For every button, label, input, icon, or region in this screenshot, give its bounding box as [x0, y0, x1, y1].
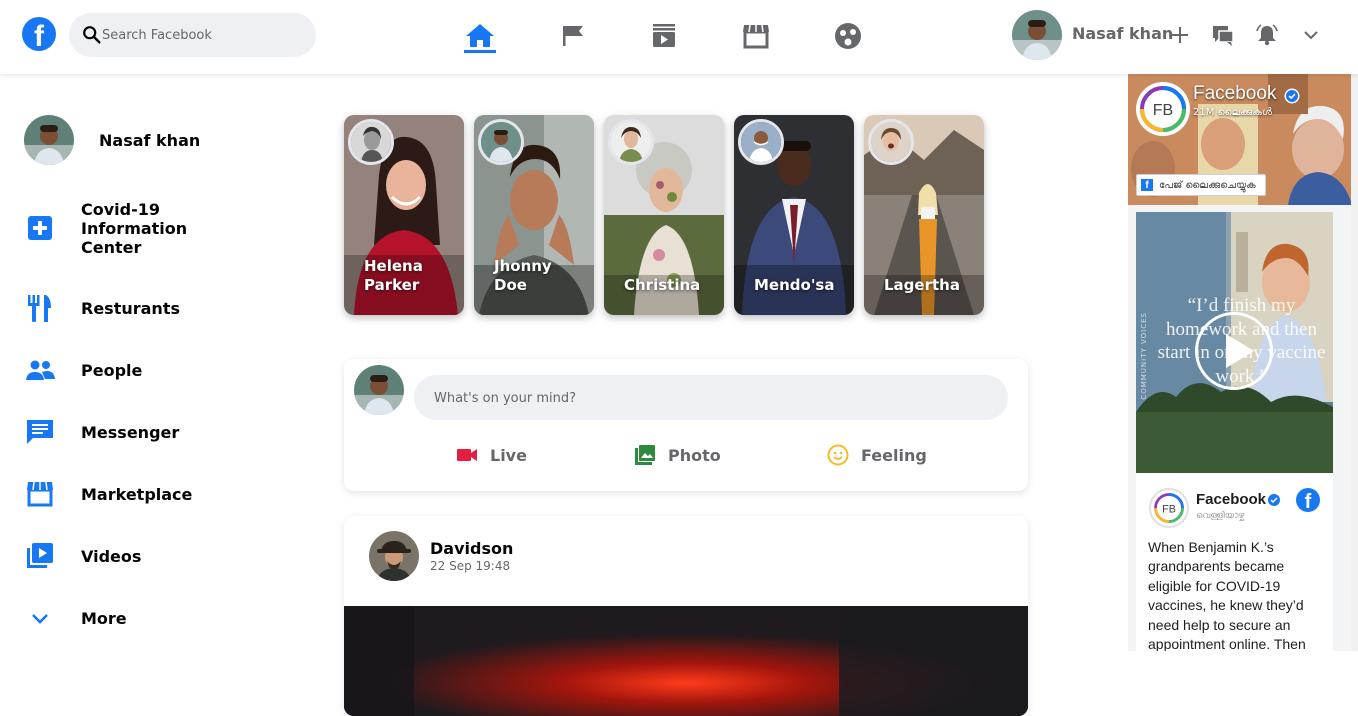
story-avatar: [608, 119, 654, 165]
story-card[interactable]: Jhonny Doe: [474, 115, 594, 315]
store-icon: [24, 478, 56, 510]
like-page-button[interactable]: f പേജ് ലൈക്കുചെയ്യുക: [1136, 174, 1266, 196]
live-label: Live: [490, 445, 527, 465]
sidebar-item-more[interactable]: More: [24, 602, 127, 634]
avatar: [354, 365, 404, 415]
story-avatar: [868, 119, 914, 165]
photo-button[interactable]: Photo: [634, 444, 721, 466]
fb-page-logo[interactable]: FB: [1149, 488, 1189, 528]
fb-page-logo: FB: [1136, 82, 1190, 136]
card-post-text: When Benjamin K.’s grandparents became e…: [1148, 539, 1306, 651]
sidebar-item-label: Covid-19 Information Center: [81, 199, 188, 257]
story-avatar: [348, 119, 394, 165]
sidebar-profile-name: Nasaf khan: [99, 130, 201, 150]
chat-icon: [24, 416, 56, 448]
smiley-icon: [827, 444, 849, 466]
search-icon: [83, 26, 101, 44]
fb-logo-text: FB: [1153, 102, 1173, 119]
people-icon: [24, 354, 56, 386]
post-composer: Live Photo Feeling: [344, 359, 1028, 491]
restaurant-icon: [24, 292, 56, 324]
sidebar-profile[interactable]: Nasaf khan: [24, 115, 200, 165]
sidebar-item-resturants[interactable]: Resturants: [24, 292, 180, 324]
plus-square-icon: [24, 212, 56, 244]
left-sidebar: Nasaf khan Covid-19 Information Center R…: [0, 74, 300, 651]
active-tab-indicator: [464, 50, 496, 53]
live-video-icon: [457, 449, 477, 461]
marketplace-icon[interactable]: [736, 16, 776, 56]
story-name: Lagertha: [884, 276, 960, 294]
story-card[interactable]: Helena Parker: [344, 115, 464, 315]
post-author-avatar[interactable]: [369, 531, 419, 581]
story-name: Christina: [624, 276, 701, 294]
fb-logo-text: FB: [1162, 504, 1176, 516]
right-panel: FB Facebook 21M ലൈക്കുകൾ f പേജ് ലൈക്കുചെയ…: [1128, 74, 1358, 651]
user-name[interactable]: Nasaf khan: [1072, 24, 1173, 43]
sidebar-item-label: More: [81, 608, 127, 628]
story-name: Helena Parker: [364, 257, 423, 294]
like-page-label: പേജ് ലൈക്കുചെയ്യുക: [1159, 179, 1256, 191]
messenger-icon[interactable]: [1210, 22, 1236, 48]
sidebar-item-label: Resturants: [81, 298, 180, 318]
sidebar-item-videos[interactable]: Videos: [24, 540, 141, 572]
scrollbar[interactable]: [1351, 74, 1358, 651]
search-input[interactable]: [102, 24, 302, 46]
notifications-icon[interactable]: [1254, 22, 1280, 48]
video-side-label: COMMUNITY VOICES: [1140, 312, 1148, 400]
sidebar-item-label: Messenger: [81, 422, 180, 442]
composer-input-box[interactable]: [414, 375, 1008, 420]
feeling-label: Feeling: [861, 445, 927, 465]
facebook-icon[interactable]: f: [1296, 488, 1320, 512]
facebook-square-icon: f: [1141, 179, 1153, 191]
plus-icon[interactable]: [1167, 22, 1193, 48]
photo-icon: [635, 445, 655, 465]
verified-badge-icon: [1284, 88, 1300, 104]
story-avatar: [738, 119, 784, 165]
user-avatar[interactable]: [1012, 10, 1062, 60]
sidebar-item-marketplace[interactable]: Marketplace: [24, 478, 192, 510]
chevron-down-icon: [24, 602, 56, 634]
feed-post: Davidson 22 Sep 19:48: [344, 516, 1028, 716]
avatar: [24, 115, 74, 165]
groups-icon[interactable]: [828, 16, 868, 56]
card-page-name[interactable]: Facebook: [1196, 491, 1266, 508]
story-avatar: [478, 119, 524, 165]
facebook-logo[interactable]: f: [22, 17, 56, 51]
post-author-name[interactable]: Davidson: [430, 539, 513, 558]
search-box[interactable]: [69, 13, 316, 57]
sidebar-item-label: Marketplace: [81, 484, 193, 504]
video-player[interactable]: COMMUNITY VOICES “I’d finish my homework…: [1136, 212, 1333, 473]
top-navigation-bar: f Nasaf khan: [0, 0, 1358, 74]
story-name: Mendo'sa: [754, 276, 835, 294]
facebook-page-banner[interactable]: FB Facebook 21M ലൈക്കുകൾ f പേജ് ലൈക്കുചെയ…: [1128, 74, 1352, 205]
play-icon[interactable]: [1195, 312, 1273, 390]
card-post-time[interactable]: വെള്ളിയാഴ്ച: [1196, 511, 1244, 521]
story-card[interactable]: Christina: [604, 115, 724, 315]
post-image[interactable]: [344, 606, 1028, 716]
flag-icon[interactable]: [553, 16, 593, 56]
story-card[interactable]: Lagertha: [864, 115, 984, 315]
page-likes: 21M ലൈക്കുകൾ: [1193, 107, 1272, 118]
feeling-button[interactable]: Feeling: [827, 444, 927, 466]
sidebar-item-covid[interactable]: Covid-19 Information Center: [24, 200, 187, 257]
page-name[interactable]: Facebook: [1193, 83, 1276, 105]
watch-icon[interactable]: [644, 16, 684, 56]
video-post-card: COMMUNITY VOICES “I’d finish my homework…: [1136, 212, 1333, 651]
sidebar-item-messenger[interactable]: Messenger: [24, 416, 179, 448]
story-name: Jhonny Doe: [494, 257, 552, 294]
sidebar-item-label: Videos: [81, 546, 142, 566]
sidebar-item-people[interactable]: People: [24, 354, 142, 386]
photo-label: Photo: [668, 445, 721, 465]
live-button[interactable]: Live: [456, 444, 527, 466]
whats-on-your-mind-input[interactable]: [434, 387, 974, 409]
post-timestamp[interactable]: 22 Sep 19:48: [430, 559, 510, 573]
sidebar-item-label: People: [81, 360, 143, 380]
story-card[interactable]: Mendo'sa: [734, 115, 854, 315]
verified-badge-icon: [1268, 494, 1280, 506]
chevron-down-icon[interactable]: [1298, 22, 1324, 48]
video-library-icon: [24, 540, 56, 572]
